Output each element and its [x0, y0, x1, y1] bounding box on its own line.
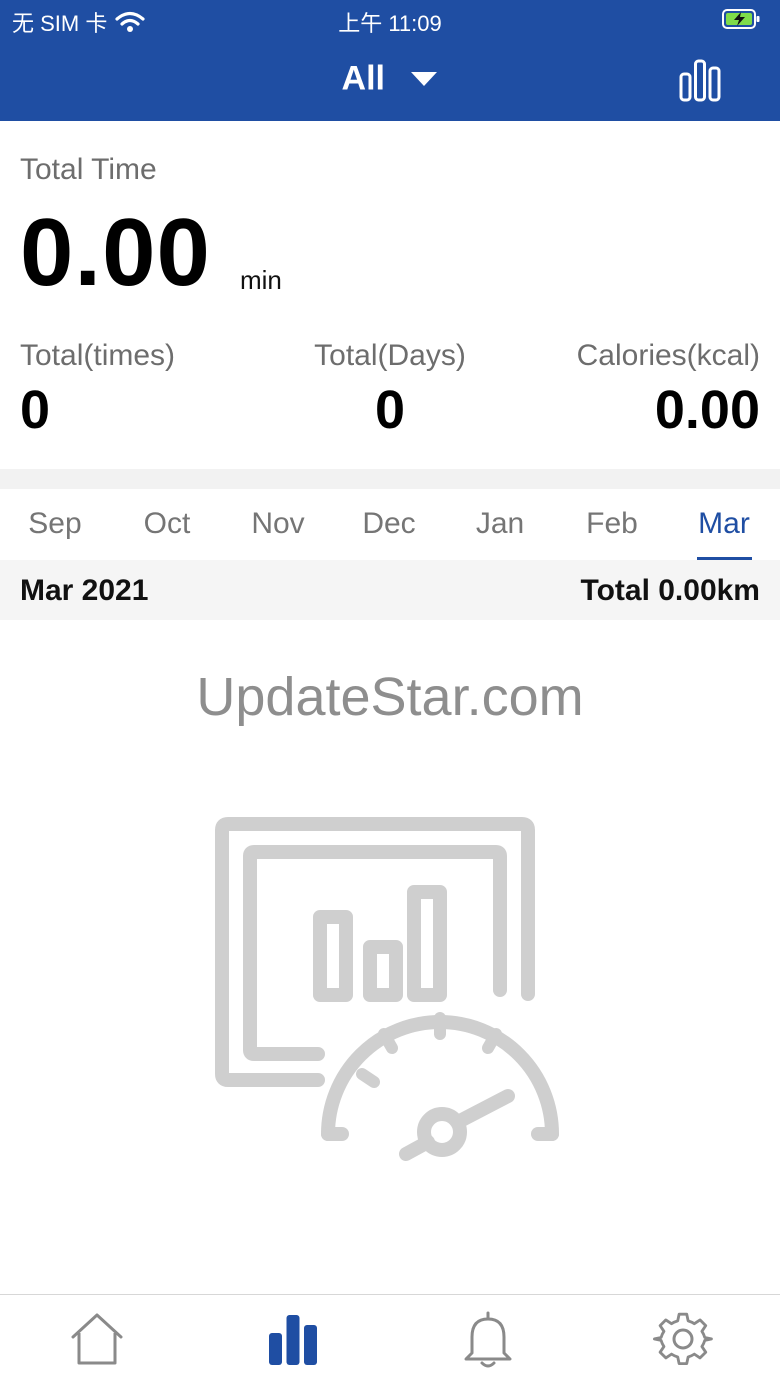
caret-down-icon — [411, 72, 438, 87]
filter-dropdown[interactable]: All — [0, 58, 780, 99]
period-total: Total 0.00km — [580, 574, 760, 607]
section-divider — [0, 469, 780, 489]
calories-value: 0.00 — [654, 380, 760, 440]
total-time-value: 0.00 — [20, 199, 211, 306]
total-days-value: 0 — [374, 380, 406, 440]
tab-month-mar[interactable]: Mar — [669, 507, 779, 541]
battery-charging-icon — [722, 8, 762, 35]
gear-icon[interactable] — [653, 1309, 713, 1369]
period-header: Mar 2021 Total 0.00km — [0, 560, 780, 620]
stats-icon[interactable] — [263, 1309, 323, 1369]
period-label: Mar 2021 — [20, 574, 149, 607]
summary-panel: Total Time 0.00 min Total(times) 0 Total… — [0, 121, 780, 469]
month-tabs: Sep Oct Nov Dec Jan Feb Mar — [0, 489, 780, 560]
calories-label: Calories(kcal) — [576, 339, 760, 372]
total-times-value: 0 — [20, 380, 51, 440]
status-time: 上午 11:09 — [338, 11, 442, 36]
bell-icon[interactable] — [458, 1309, 518, 1369]
tab-month-oct[interactable]: Oct — [112, 507, 222, 541]
total-days-label: Total(Days) — [314, 339, 466, 372]
total-times-label: Total(times) — [20, 339, 176, 372]
tab-month-nov[interactable]: Nov — [223, 507, 333, 541]
total-time-unit: min — [240, 265, 282, 295]
tab-month-sep[interactable]: Sep — [0, 507, 110, 541]
bar-chart-icon[interactable] — [678, 58, 722, 102]
home-icon[interactable] — [67, 1309, 127, 1369]
tab-month-jan[interactable]: Jan — [445, 507, 555, 541]
tab-month-feb[interactable]: Feb — [557, 507, 667, 541]
bottom-tab-bar — [0, 1294, 780, 1388]
nav-title: All — [341, 59, 385, 98]
empty-stats-speedometer-icon — [215, 817, 559, 1161]
tab-month-dec[interactable]: Dec — [334, 507, 444, 541]
watermark-text: UpdateStar.com — [196, 667, 584, 727]
status-bar: 无 SIM 卡 上午 11:09 — [0, 0, 780, 40]
nav-bar: All — [0, 40, 780, 121]
total-time-label: Total Time — [20, 153, 157, 186]
